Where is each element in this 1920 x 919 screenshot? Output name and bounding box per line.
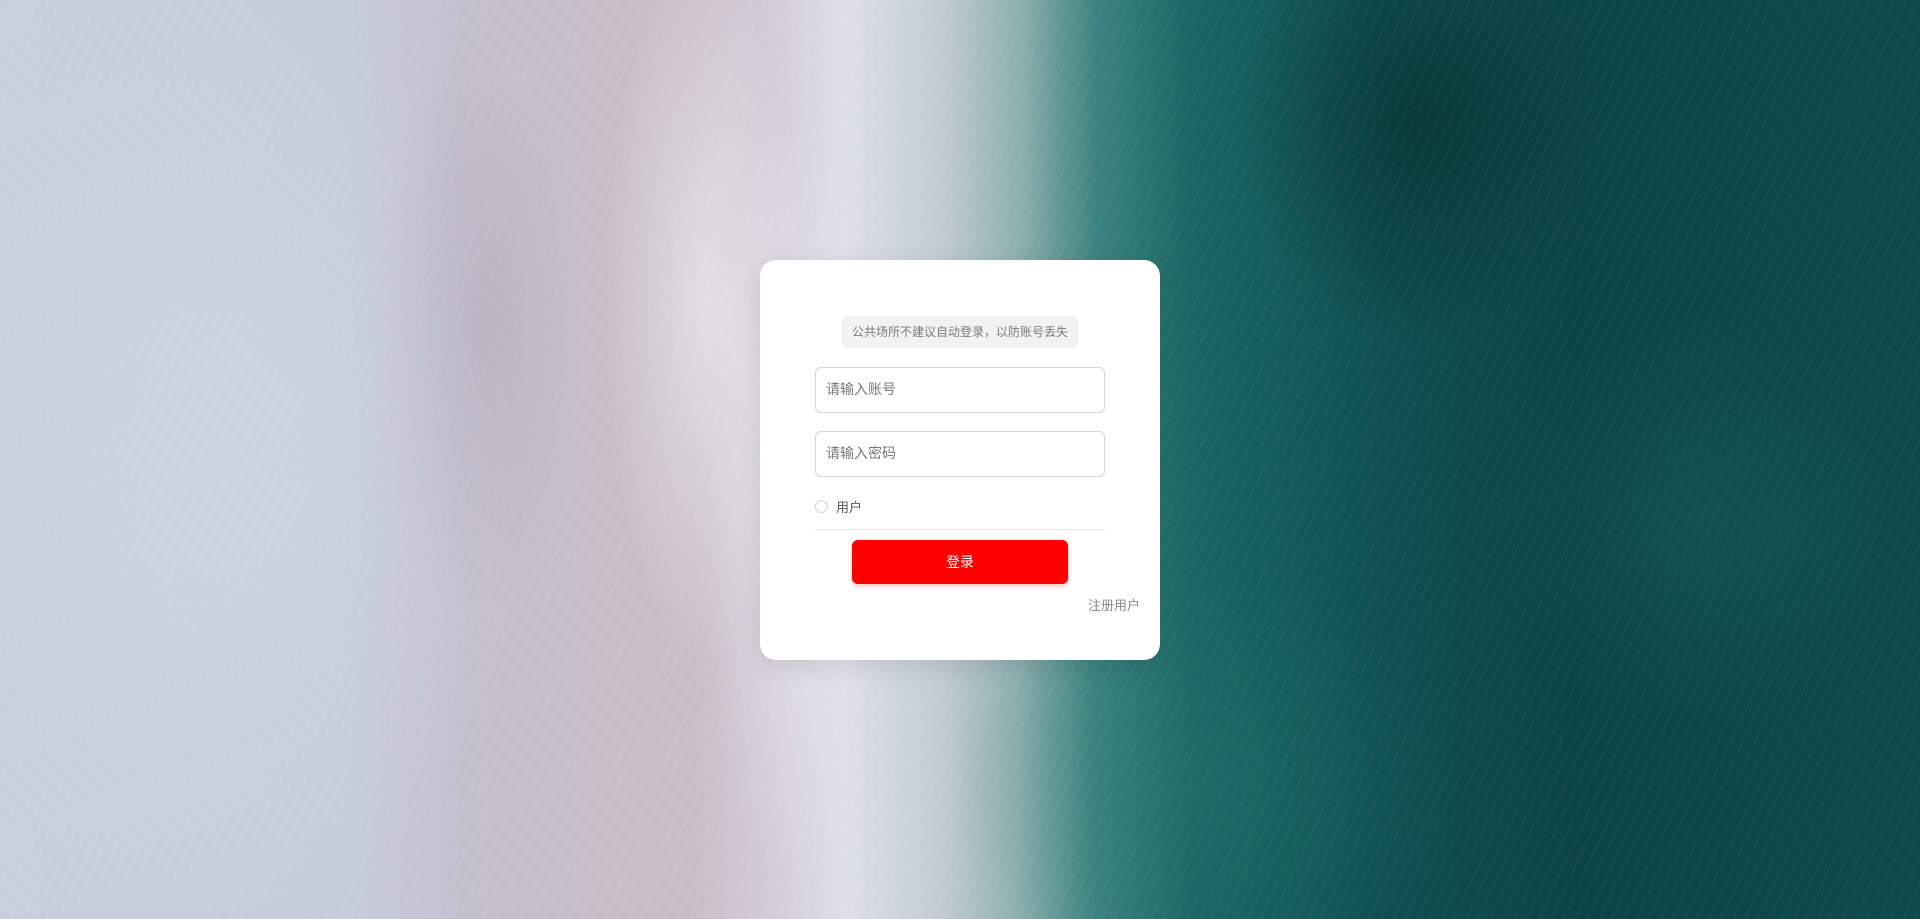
user-role-radio[interactable] (815, 499, 828, 513)
role-option-user[interactable]: 用户 (815, 497, 863, 516)
account-field[interactable] (815, 367, 1105, 413)
divider (815, 529, 1105, 530)
register-link[interactable]: 注册用户 (1088, 595, 1140, 614)
auto-login-notice: 公共场所不建议自动登录，以防账号丢失 (842, 316, 1079, 348)
password-input[interactable] (816, 432, 1104, 476)
password-field[interactable] (815, 431, 1105, 477)
login-card: 公共场所不建议自动登录，以防账号丢失 用户 登录 注册用户 (760, 260, 1160, 660)
login-button[interactable]: 登录 (852, 540, 1068, 584)
account-input[interactable] (816, 368, 1104, 412)
user-role-label: 用户 (836, 500, 863, 516)
